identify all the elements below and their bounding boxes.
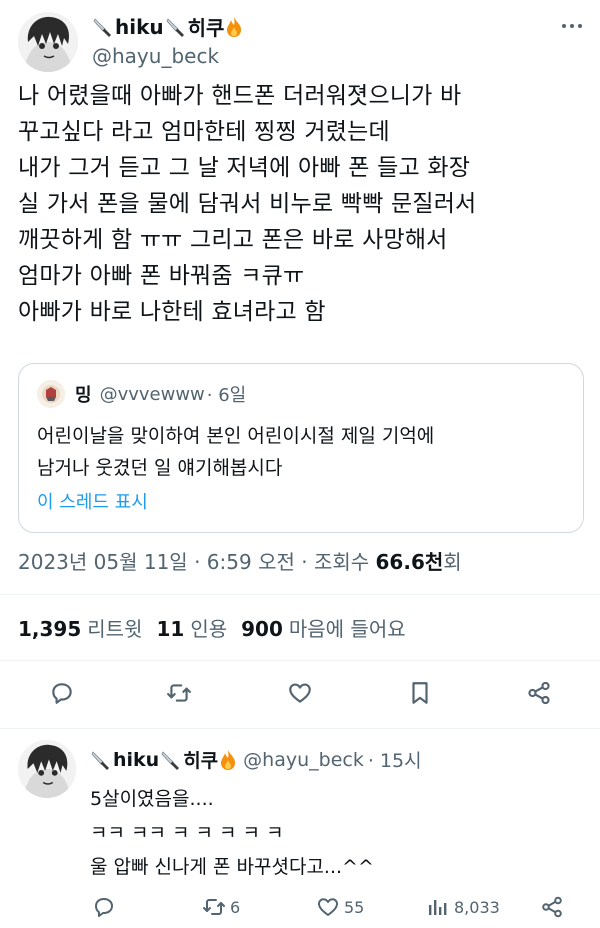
author-name-line[interactable]: hiku 히쿠 bbox=[92, 12, 243, 41]
like-button[interactable] bbox=[284, 677, 316, 709]
quoted-tweet[interactable]: 밍 @vvvewww · 6일 어린이날을 맞이하여 본인 어린이시절 제일 기… bbox=[18, 363, 584, 533]
reply-retweet-count: 6 bbox=[230, 897, 241, 917]
tweet-meta: 2023년 05월 11일 · 6:59 오전 · 조회수 66.6천회 bbox=[18, 550, 462, 574]
reply-tweet[interactable]: hiku 히쿠 @hayu_beck · 15시 5살이였음을.... ㅋㅋ ㅋ… bbox=[0, 728, 600, 928]
reply-share-button[interactable] bbox=[540, 890, 564, 924]
views-icon bbox=[429, 900, 447, 915]
reply-author-line[interactable]: hiku 히쿠 @hayu_beck · 15시 bbox=[90, 746, 422, 773]
knife-emoji-icon bbox=[161, 750, 180, 770]
knife-emoji-icon bbox=[91, 750, 109, 770]
quoted-tweet-text: 어린이날을 맞이하여 본인 어린이시절 제일 기억에 남거나 웃겼던 일 얘기해… bbox=[37, 425, 435, 479]
quoted-tweet-time: · 6일 bbox=[206, 385, 247, 406]
author-avatar[interactable] bbox=[18, 12, 78, 72]
fire-emoji-icon bbox=[221, 749, 236, 770]
quotes-stat[interactable]: 11 인용 bbox=[156, 613, 227, 642]
reply-author-handle[interactable]: @hayu_beck bbox=[243, 749, 364, 771]
reply-icon bbox=[95, 898, 113, 917]
retweet-icon bbox=[203, 899, 225, 915]
retweet-icon bbox=[167, 684, 191, 702]
more-icon[interactable] bbox=[562, 24, 582, 28]
heart-icon bbox=[318, 898, 338, 916]
tweet-date[interactable]: 2023년 05월 11일 bbox=[18, 550, 188, 574]
likes-stat[interactable]: 900 마음에 들어요 bbox=[241, 613, 406, 642]
reply-reply-button[interactable] bbox=[92, 890, 116, 924]
quoted-tweet-header: 밍 @vvvewww · 6일 bbox=[37, 380, 246, 408]
retweets-stat[interactable]: 1,395 리트윗 bbox=[18, 613, 142, 642]
share-icon bbox=[528, 681, 550, 705]
retweet-button[interactable] bbox=[163, 677, 195, 709]
reply-views-button[interactable]: 8,033 bbox=[426, 890, 500, 924]
engagement-stats: 1,395 리트윗 11 인용 900 마음에 들어요 bbox=[18, 613, 406, 642]
divider bbox=[0, 660, 600, 661]
quoted-author-handle[interactable]: @vvvewww bbox=[100, 384, 205, 405]
reply-time: · 15시 bbox=[367, 750, 422, 772]
bookmark-button[interactable] bbox=[404, 677, 436, 709]
views-label: 조회수 bbox=[313, 550, 370, 574]
author-handle[interactable]: @hayu_beck bbox=[92, 44, 219, 68]
reply-view-count: 8,033 bbox=[454, 897, 500, 917]
bookmark-icon bbox=[412, 682, 428, 704]
reply-author-avatar[interactable] bbox=[18, 740, 76, 798]
quoted-author-name[interactable]: 밍 bbox=[75, 381, 92, 407]
views-value: 66.6천 bbox=[375, 550, 444, 574]
knife-emoji-icon bbox=[93, 17, 111, 37]
reply-author-display-name[interactable]: hiku 히쿠 bbox=[90, 746, 237, 773]
reply-text: 5살이였음을.... ㅋㅋ ㅋㅋ ㅋ ㅋ ㅋ ㅋ ㅋ 울 압빠 신나게 폰 바꾸… bbox=[90, 788, 374, 878]
views-unit: 회 bbox=[443, 550, 462, 574]
reply-button[interactable] bbox=[46, 677, 78, 709]
show-thread-link[interactable]: 이 스레드 표시 bbox=[37, 488, 148, 514]
heart-icon bbox=[289, 683, 311, 703]
knife-emoji-icon bbox=[166, 17, 184, 37]
share-icon bbox=[542, 896, 562, 918]
reply-icon bbox=[52, 683, 72, 704]
action-bar bbox=[0, 673, 600, 713]
divider bbox=[0, 594, 600, 595]
reply-retweet-button[interactable]: 6 bbox=[202, 890, 240, 924]
tweet-text: 나 어렸을때 아빠가 핸드폰 더러워졋으니가 바 꾸고싶다 라고 엄마한테 찡찡… bbox=[18, 83, 477, 325]
reply-like-count: 55 bbox=[344, 897, 365, 917]
reply-action-bar: 6 55 8,033 bbox=[90, 890, 580, 924]
fire-emoji-icon bbox=[227, 16, 242, 37]
share-button[interactable] bbox=[523, 677, 555, 709]
quoted-author-avatar[interactable] bbox=[37, 380, 65, 408]
reply-like-button[interactable]: 55 bbox=[316, 890, 364, 924]
author-display-name[interactable]: hiku 히쿠 bbox=[92, 12, 243, 41]
tweet-time[interactable]: 6:59 오전 bbox=[207, 550, 295, 574]
